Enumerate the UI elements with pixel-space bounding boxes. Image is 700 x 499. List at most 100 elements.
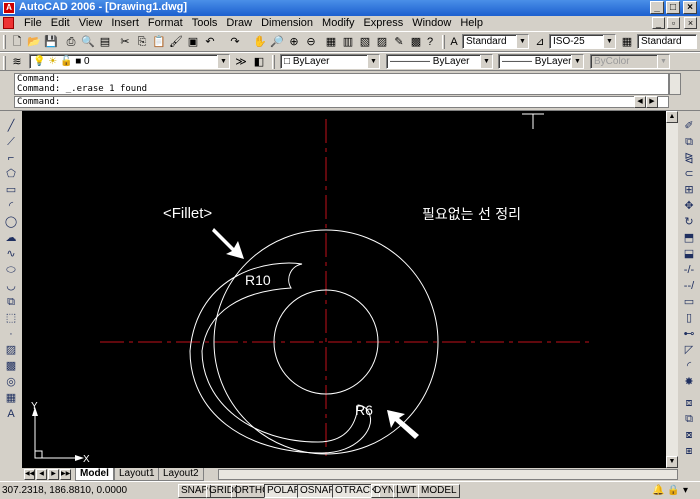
chamfer-icon[interactable]: ◸ — [682, 343, 696, 357]
polyline-icon[interactable]: ⌐ — [4, 151, 18, 165]
make-current-layer-icon[interactable]: ≫ — [234, 55, 248, 69]
model-toggle[interactable]: MODEL — [418, 484, 460, 498]
copy-object-icon[interactable]: ⧉ — [682, 135, 696, 149]
undo-icon[interactable]: ↶ — [203, 35, 217, 49]
minimize-button[interactable]: _ — [650, 1, 664, 14]
spline-icon[interactable]: ∿ — [4, 247, 18, 261]
menu-edit[interactable]: Edit — [47, 17, 75, 30]
scroll-down-button[interactable]: ▼ — [666, 456, 678, 468]
scale-icon[interactable]: ⬒ — [682, 231, 696, 245]
ellipse-icon[interactable]: ⬭ — [4, 263, 18, 277]
chevron-down-icon[interactable]: ▼ — [367, 55, 379, 68]
arc-icon[interactable]: ◜ — [4, 199, 18, 213]
doc-close-button[interactable]: × — [684, 17, 697, 29]
command-history-scrollbar[interactable] — [669, 73, 681, 95]
cut-icon[interactable]: ✂ — [118, 35, 132, 49]
break-at-point-icon[interactable]: ▭ — [682, 295, 696, 309]
drawing-area[interactable]: <Fillet> 필요없는 선 정리 R10 R6 Y X — [22, 111, 666, 468]
break-icon[interactable]: ▯ — [682, 311, 696, 325]
paste-icon[interactable]: 📋 — [152, 35, 166, 49]
lineweight-select[interactable]: ——— ByLayer ▼ — [498, 54, 584, 69]
last-tab-button[interactable]: ▶▶ — [60, 469, 71, 480]
menu-view[interactable]: View — [75, 17, 108, 30]
autocad-app-icon[interactable]: A — [3, 2, 15, 14]
insert-block-icon[interactable]: ⧉ — [4, 295, 18, 309]
chevron-down-icon[interactable]: ▼ — [516, 35, 528, 48]
command-prompt-input[interactable]: Command: — [14, 96, 669, 108]
new-icon[interactable]: 🗋 — [10, 35, 24, 49]
menu-help[interactable]: Help — [456, 17, 488, 30]
plot-icon[interactable]: ⎙ — [64, 35, 78, 49]
open-icon[interactable]: 📂 — [27, 35, 41, 49]
close-button[interactable]: × — [683, 1, 697, 14]
mtext-icon[interactable]: A — [4, 407, 18, 421]
chevron-down-icon[interactable]: ▼ — [217, 55, 229, 68]
tab-layout1[interactable]: Layout1 — [114, 468, 160, 481]
dim-style-select[interactable]: ISO-25 ▼ — [549, 34, 616, 49]
text-above-icon[interactable]: ⧆ — [682, 444, 696, 458]
table-icon[interactable]: ▦ — [4, 391, 18, 405]
tab-model[interactable]: Model — [75, 468, 114, 481]
make-block-icon[interactable]: ⬚ — [4, 311, 18, 325]
layer-manager-icon[interactable]: ≋ — [10, 55, 24, 69]
menu-modify[interactable]: Modify — [318, 17, 359, 30]
dim-style-icon[interactable]: ⊿ — [533, 35, 547, 49]
send-back-icon[interactable]: ⧇ — [682, 428, 696, 442]
table-style-select[interactable]: Standard — [637, 34, 697, 49]
menu-draw[interactable]: Draw — [222, 17, 257, 30]
drawing-vertical-scrollbar[interactable]: ▲ ▼ — [666, 111, 678, 468]
properties-icon[interactable]: ▦ — [324, 35, 338, 49]
sheet-set-icon[interactable]: ▨ — [375, 35, 389, 49]
construction-line-icon[interactable]: ⟋ — [4, 135, 18, 149]
design-center-icon[interactable]: ▥ — [341, 35, 355, 49]
gradient-icon[interactable]: ▩ — [4, 359, 18, 373]
lock-icon[interactable]: 🔓 — [60, 56, 72, 67]
menu-file[interactable]: File — [20, 17, 47, 30]
revision-cloud-icon[interactable]: ☁ — [4, 231, 18, 245]
extend-icon[interactable]: --/ — [682, 279, 696, 293]
region-icon[interactable]: ◎ — [4, 375, 18, 389]
linetype-select[interactable]: ———— ByLayer ▼ — [386, 54, 493, 69]
drawing-horizontal-scrollbar[interactable] — [218, 469, 678, 480]
first-tab-button[interactable]: ◀◀ — [24, 469, 35, 480]
next-tab-button[interactable]: ▶ — [48, 469, 59, 480]
zoom-previous-icon[interactable]: ⊖ — [304, 35, 318, 49]
trim-icon[interactable]: -/- — [682, 263, 696, 277]
tab-layout2[interactable]: Layout2 — [158, 468, 204, 481]
line-icon[interactable]: ╱ — [4, 119, 18, 133]
block-editor-icon[interactable]: ▣ — [186, 35, 200, 49]
menu-window[interactable]: Window — [408, 17, 456, 30]
draw-order-icon[interactable]: ⧈ — [682, 396, 696, 410]
tray-settings-icon[interactable]: ▾ — [683, 485, 688, 496]
markup-icon[interactable]: ✎ — [392, 35, 406, 49]
circle-icon[interactable]: ◯ — [4, 215, 18, 229]
text-style-icon[interactable]: A — [447, 35, 461, 49]
publish-icon[interactable]: ▤ — [98, 35, 112, 49]
save-icon[interactable]: 💾 — [44, 35, 58, 49]
menu-format[interactable]: Format — [144, 17, 188, 30]
light-bulb-icon[interactable]: 💡 — [33, 56, 45, 67]
communication-center-icon[interactable]: 🔔 — [652, 485, 664, 496]
table-style-icon[interactable]: ▦ — [620, 35, 634, 49]
lwt-toggle[interactable]: LWT — [393, 484, 420, 498]
bring-front-icon[interactable]: ⧉ — [682, 412, 696, 426]
document-icon[interactable] — [3, 17, 14, 29]
mirror-icon[interactable]: ⧎ — [682, 151, 696, 165]
rotate-icon[interactable]: ↻ — [682, 215, 696, 229]
menu-tools[interactable]: Tools — [188, 17, 223, 30]
zoom-realtime-icon[interactable]: 🔎 — [270, 35, 284, 49]
sun-icon[interactable]: ☀ — [48, 56, 57, 67]
fillet-icon[interactable]: ◜ — [682, 359, 696, 373]
help-icon[interactable]: ? — [423, 35, 437, 49]
hatch-icon[interactable]: ▨ — [4, 343, 18, 357]
offset-icon[interactable]: ⊂ — [682, 167, 696, 181]
copy-icon[interactable]: ⎘ — [135, 35, 149, 49]
layer-previous-icon[interactable]: ◧ — [252, 55, 266, 69]
chevron-down-icon[interactable]: ▼ — [603, 35, 615, 48]
scroll-right-button[interactable]: ▶ — [646, 96, 658, 108]
match-properties-icon[interactable]: 🖌 — [169, 35, 183, 49]
lock-toolbar-icon[interactable]: 🔒 — [667, 485, 679, 496]
array-icon[interactable]: ⊞ — [682, 183, 696, 197]
layer-select[interactable]: 💡 ☀ 🔓 ■ 0 ▼ — [29, 54, 230, 69]
rectangle-icon[interactable]: ▭ — [4, 183, 18, 197]
